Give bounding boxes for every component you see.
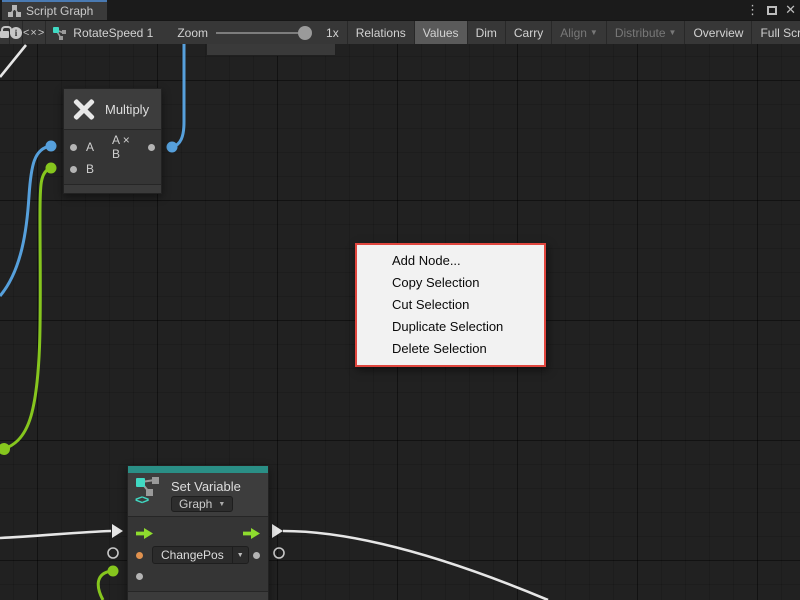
variable-row: ChangePos ▼ xyxy=(128,544,268,566)
multiply-row-a: A A × B xyxy=(70,136,155,158)
flow-output-arrow-icon[interactable] xyxy=(243,528,260,539)
zoom-slider-track xyxy=(216,32,306,34)
script-graph-window: Script Graph ⋮ ✕ i <×> RotateSpeed 1 xyxy=(0,0,800,600)
flow-input-arrow-icon[interactable] xyxy=(136,528,153,539)
flow-arrow-in[interactable] xyxy=(112,524,123,538)
menu-item-cut-selection[interactable]: Cut Selection xyxy=(357,294,544,316)
multiply-node-footer xyxy=(64,185,161,193)
partially-hidden-node[interactable] xyxy=(206,44,336,56)
maximize-icon[interactable] xyxy=(767,6,777,15)
overview-button[interactable]: Overview xyxy=(685,21,752,44)
dim-label: Dim xyxy=(476,26,497,40)
flow-arrow-out[interactable] xyxy=(272,524,283,538)
wire-blue-input-a[interactable] xyxy=(0,146,51,296)
dim-button[interactable]: Dim xyxy=(468,21,506,44)
output-value-port[interactable] xyxy=(253,552,260,559)
code-icon: <×> xyxy=(23,27,45,39)
set-variable-title: Set Variable xyxy=(171,479,241,494)
chevron-down-icon: ▼ xyxy=(232,547,248,563)
graph-reference[interactable]: RotateSpeed 1 xyxy=(46,21,163,44)
set-variable-icon: <> xyxy=(134,476,164,512)
set-variable-accent-strip xyxy=(128,466,268,473)
value-input-port[interactable] xyxy=(136,573,143,580)
unconnected-port-right[interactable] xyxy=(274,548,284,558)
set-variable-footer xyxy=(128,592,268,600)
edit-graph-button[interactable]: <×> xyxy=(23,21,46,44)
zoom-control: Zoom 1x xyxy=(163,21,347,44)
wire-blue-output[interactable] xyxy=(172,44,184,147)
graph-toolbar: i <×> RotateSpeed 1 Zoom 1x Relations xyxy=(0,20,800,44)
chevron-down-icon: ▼ xyxy=(218,501,225,508)
variable-kind-dropdown[interactable]: Graph ▼ xyxy=(171,496,233,512)
graph-asset-icon xyxy=(52,26,68,40)
relations-label: Relations xyxy=(356,26,406,40)
multiply-node-title: Multiply xyxy=(105,102,149,117)
wire-white-topleft[interactable] xyxy=(0,45,26,77)
value-input-row xyxy=(128,566,268,586)
close-icon[interactable]: ✕ xyxy=(785,0,796,20)
zoom-slider-thumb[interactable] xyxy=(298,26,312,40)
variable-name-dropdown[interactable]: ChangePos ▼ xyxy=(152,546,249,564)
menu-item-add-node[interactable]: Add Node... xyxy=(357,250,544,272)
full-screen-label: Full Screen xyxy=(760,26,800,40)
chevron-down-icon: ▼ xyxy=(669,29,677,37)
variable-kind-value: Graph xyxy=(179,497,212,511)
lock-icon xyxy=(0,31,9,38)
script-graph-icon xyxy=(8,5,21,17)
wire-white-flow-in[interactable] xyxy=(0,531,111,538)
full-screen-button[interactable]: Full Screen xyxy=(752,21,800,44)
output-label: A × B xyxy=(112,133,139,161)
values-button[interactable]: Values xyxy=(415,21,468,44)
input-port-b[interactable] xyxy=(70,166,77,173)
carry-button[interactable]: Carry xyxy=(506,21,552,44)
multiply-node-header[interactable]: Multiply xyxy=(64,89,161,129)
port-endpoint-blue-a[interactable] xyxy=(46,141,57,152)
variable-name-port[interactable] xyxy=(136,552,143,559)
graph-reference-label: RotateSpeed 1 xyxy=(73,26,153,40)
input-b-label: B xyxy=(86,162,94,176)
graph-canvas[interactable]: Multiply A A × B B xyxy=(0,44,800,600)
port-endpoint-blue-out[interactable] xyxy=(167,142,178,153)
context-menu: Add Node... Copy Selection Cut Selection… xyxy=(355,243,546,367)
unconnected-port-left[interactable] xyxy=(108,548,118,558)
multiply-icon xyxy=(72,97,96,121)
lock-button[interactable] xyxy=(0,21,10,44)
align-button[interactable]: Align ▼ xyxy=(552,21,607,44)
zoom-slider[interactable] xyxy=(216,25,318,41)
multiply-row-b: B xyxy=(70,158,155,180)
distribute-label: Distribute xyxy=(615,26,666,40)
menu-item-duplicate-selection[interactable]: Duplicate Selection xyxy=(357,316,544,338)
tab-title: Script Graph xyxy=(26,4,93,18)
input-a-label: A xyxy=(86,140,94,154)
chevron-down-icon: ▼ xyxy=(590,29,598,37)
values-label: Values xyxy=(423,26,459,40)
port-endpoint-green-left[interactable] xyxy=(0,443,10,455)
window-controls: ⋮ ✕ xyxy=(746,0,796,20)
code-brackets-icon: <> xyxy=(135,492,148,507)
multiply-node[interactable]: Multiply A A × B B xyxy=(63,88,162,194)
multiply-node-body: A A × B B xyxy=(64,130,161,184)
menu-item-copy-selection[interactable]: Copy Selection xyxy=(357,272,544,294)
variable-name-value: ChangePos xyxy=(153,547,232,563)
window-menu-icon[interactable]: ⋮ xyxy=(746,0,759,20)
wire-white-flow-out[interactable] xyxy=(283,531,548,600)
menu-item-delete-selection[interactable]: Delete Selection xyxy=(357,338,544,360)
input-port-a[interactable] xyxy=(70,144,77,151)
port-endpoint-green-b[interactable] xyxy=(46,163,57,174)
flow-row xyxy=(128,522,268,544)
align-label: Align xyxy=(560,26,587,40)
tab-bar: Script Graph ⋮ ✕ xyxy=(0,0,800,20)
relations-button[interactable]: Relations xyxy=(348,21,415,44)
zoom-label: Zoom xyxy=(177,26,208,40)
zoom-value: 1x xyxy=(326,26,339,40)
set-variable-node[interactable]: <> Set Variable Graph ▼ xyxy=(127,465,269,600)
set-variable-header[interactable]: <> Set Variable Graph ▼ xyxy=(128,473,268,516)
overview-label: Overview xyxy=(693,26,743,40)
distribute-button[interactable]: Distribute ▼ xyxy=(607,21,686,44)
carry-label: Carry xyxy=(514,26,543,40)
port-endpoint-green-setvar[interactable] xyxy=(108,566,119,577)
output-port[interactable] xyxy=(148,144,155,151)
tab-script-graph[interactable]: Script Graph xyxy=(2,0,107,20)
set-variable-body: ChangePos ▼ xyxy=(128,517,268,591)
